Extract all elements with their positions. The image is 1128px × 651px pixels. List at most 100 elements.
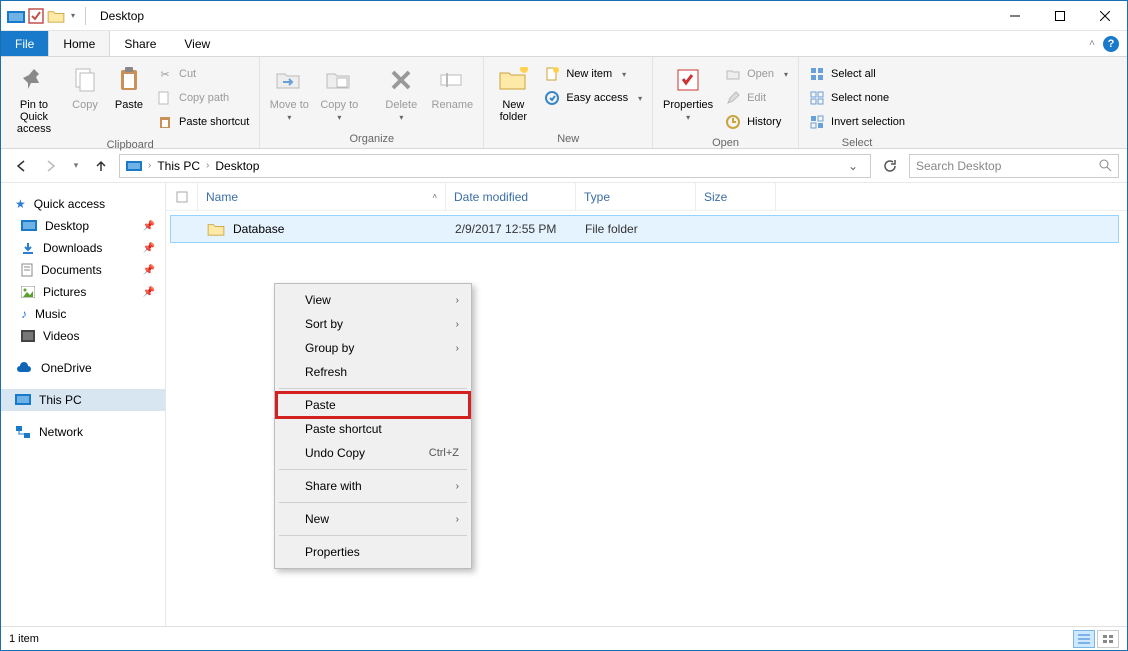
new-folder-button[interactable]: New folder [490, 61, 536, 123]
ctx-group-by[interactable]: Group by› [277, 336, 469, 360]
pin-label: Pin to Quick access [7, 99, 61, 135]
cut-button[interactable]: ✂Cut [153, 63, 253, 85]
properties-icon [675, 67, 701, 93]
ribbon-group-open: Properties Open Edit History Open [653, 57, 799, 148]
ctx-sort-by[interactable]: Sort by› [277, 312, 469, 336]
tab-view[interactable]: View [170, 31, 224, 56]
chevron-right-icon: › [456, 295, 459, 306]
group-select-label: Select [799, 137, 915, 152]
nav-documents[interactable]: Documents📌 [1, 259, 165, 281]
paste-shortcut-button[interactable]: Paste shortcut [153, 111, 253, 133]
ctx-view[interactable]: View› [277, 288, 469, 312]
ctx-paste[interactable]: Paste [277, 393, 469, 417]
column-size[interactable]: Size [696, 183, 776, 210]
tab-file[interactable]: File [1, 31, 48, 56]
select-none-button[interactable]: Select none [805, 87, 909, 109]
copy-path-button[interactable]: Copy path [153, 87, 253, 109]
ctx-share-with[interactable]: Share with› [277, 474, 469, 498]
rename-label: Rename [432, 99, 474, 111]
tab-share[interactable]: Share [110, 31, 170, 56]
qat-separator [85, 7, 86, 25]
minimize-button[interactable] [992, 1, 1037, 31]
maximize-button[interactable] [1037, 1, 1082, 31]
videos-icon [21, 330, 35, 342]
nav-network[interactable]: Network [1, 421, 165, 443]
history-button[interactable]: History [721, 111, 792, 133]
document-icon [21, 263, 33, 277]
chevron-right-icon: › [456, 343, 459, 354]
nav-videos[interactable]: Videos [1, 325, 165, 347]
qat-dropdown[interactable]: ▾ [67, 11, 79, 20]
address-bar[interactable]: › This PC › Desktop ⌄ [119, 154, 871, 178]
chevron-right-icon[interactable]: › [148, 160, 151, 171]
status-item-count: 1 item [9, 633, 39, 645]
select-all-button[interactable]: Select all [805, 63, 909, 85]
forward-button[interactable] [39, 154, 63, 178]
music-icon: ♪ [21, 307, 27, 321]
row-date: 2/9/2017 12:55 PM [447, 222, 577, 236]
nav-downloads[interactable]: Downloads📌 [1, 237, 165, 259]
column-name[interactable]: Name˄ [198, 183, 446, 210]
rename-button[interactable]: Rename [427, 61, 477, 111]
easy-access-button[interactable]: Easy access [540, 87, 646, 109]
ctx-new[interactable]: New› [277, 507, 469, 531]
delete-button[interactable]: Delete [379, 61, 423, 123]
address-monitor-icon [126, 160, 142, 172]
ctx-undo-copy[interactable]: Undo CopyCtrl+Z [277, 441, 469, 465]
nav-desktop[interactable]: Desktop📌 [1, 215, 165, 237]
nav-onedrive[interactable]: OneDrive [1, 357, 165, 379]
column-type[interactable]: Type [576, 183, 696, 210]
large-icons-view-button[interactable] [1097, 630, 1119, 648]
up-button[interactable] [89, 154, 113, 178]
close-button[interactable] [1082, 1, 1127, 31]
qat-checkbox-icon[interactable] [27, 7, 45, 25]
pin-icon: 📌 [143, 287, 155, 298]
search-input[interactable]: Search Desktop [909, 154, 1119, 178]
column-date[interactable]: Date modified [446, 183, 576, 210]
address-dropdown-icon[interactable]: ⌄ [842, 159, 864, 173]
properties-button[interactable]: Properties [659, 61, 717, 123]
details-view-button[interactable] [1073, 630, 1095, 648]
move-to-label: Move to [270, 99, 309, 123]
chevron-right-icon: › [456, 319, 459, 330]
pictures-icon [21, 286, 35, 298]
chevron-right-icon[interactable]: › [206, 160, 209, 171]
refresh-button[interactable] [877, 154, 903, 178]
ctx-refresh[interactable]: Refresh [277, 360, 469, 384]
open-button[interactable]: Open [721, 63, 792, 85]
search-icon [1099, 159, 1112, 172]
help-icon[interactable]: ? [1103, 36, 1119, 52]
tab-home[interactable]: Home [48, 31, 110, 56]
nav-this-pc[interactable]: This PC [1, 389, 165, 411]
invert-selection-button[interactable]: Invert selection [805, 111, 909, 133]
paste-label: Paste [115, 99, 143, 111]
new-item-button[interactable]: New item [540, 63, 646, 85]
qat-folder-icon[interactable] [47, 9, 65, 23]
copy-path-icon [157, 90, 173, 106]
recent-locations-button[interactable]: ▾ [69, 154, 83, 178]
delete-label: Delete [385, 99, 417, 123]
copy-button[interactable]: Copy [65, 61, 105, 111]
breadcrumb-this-pc[interactable]: This PC [157, 159, 200, 173]
invert-selection-icon [809, 114, 825, 130]
ctx-properties[interactable]: Properties [277, 540, 469, 564]
move-to-icon [275, 68, 303, 92]
paste-shortcut-icon [157, 114, 173, 130]
breadcrumb-desktop[interactable]: Desktop [215, 159, 259, 173]
nav-pictures[interactable]: Pictures📌 [1, 281, 165, 303]
edit-button[interactable]: Edit [721, 87, 792, 109]
move-to-button[interactable]: Move to [266, 61, 312, 123]
ribbon-collapse-caret-icon[interactable]: ˄ [1089, 38, 1095, 49]
ctx-paste-shortcut[interactable]: Paste shortcut [277, 417, 469, 441]
back-button[interactable] [9, 154, 33, 178]
nav-quick-access[interactable]: ★ Quick access [1, 193, 165, 215]
table-row[interactable]: Database 2/9/2017 12:55 PM File folder [170, 215, 1119, 243]
ribbon-group-new: New folder New item Easy access New [484, 57, 653, 148]
paste-button[interactable]: Paste [109, 61, 149, 111]
copy-to-button[interactable]: Copy to [316, 61, 362, 123]
copy-to-label: Copy to [320, 99, 358, 123]
column-checkbox[interactable] [166, 183, 198, 210]
nav-music[interactable]: ♪ Music [1, 303, 165, 325]
pin-to-quick-access-button[interactable]: Pin to Quick access [7, 61, 61, 135]
star-icon: ★ [15, 197, 26, 211]
